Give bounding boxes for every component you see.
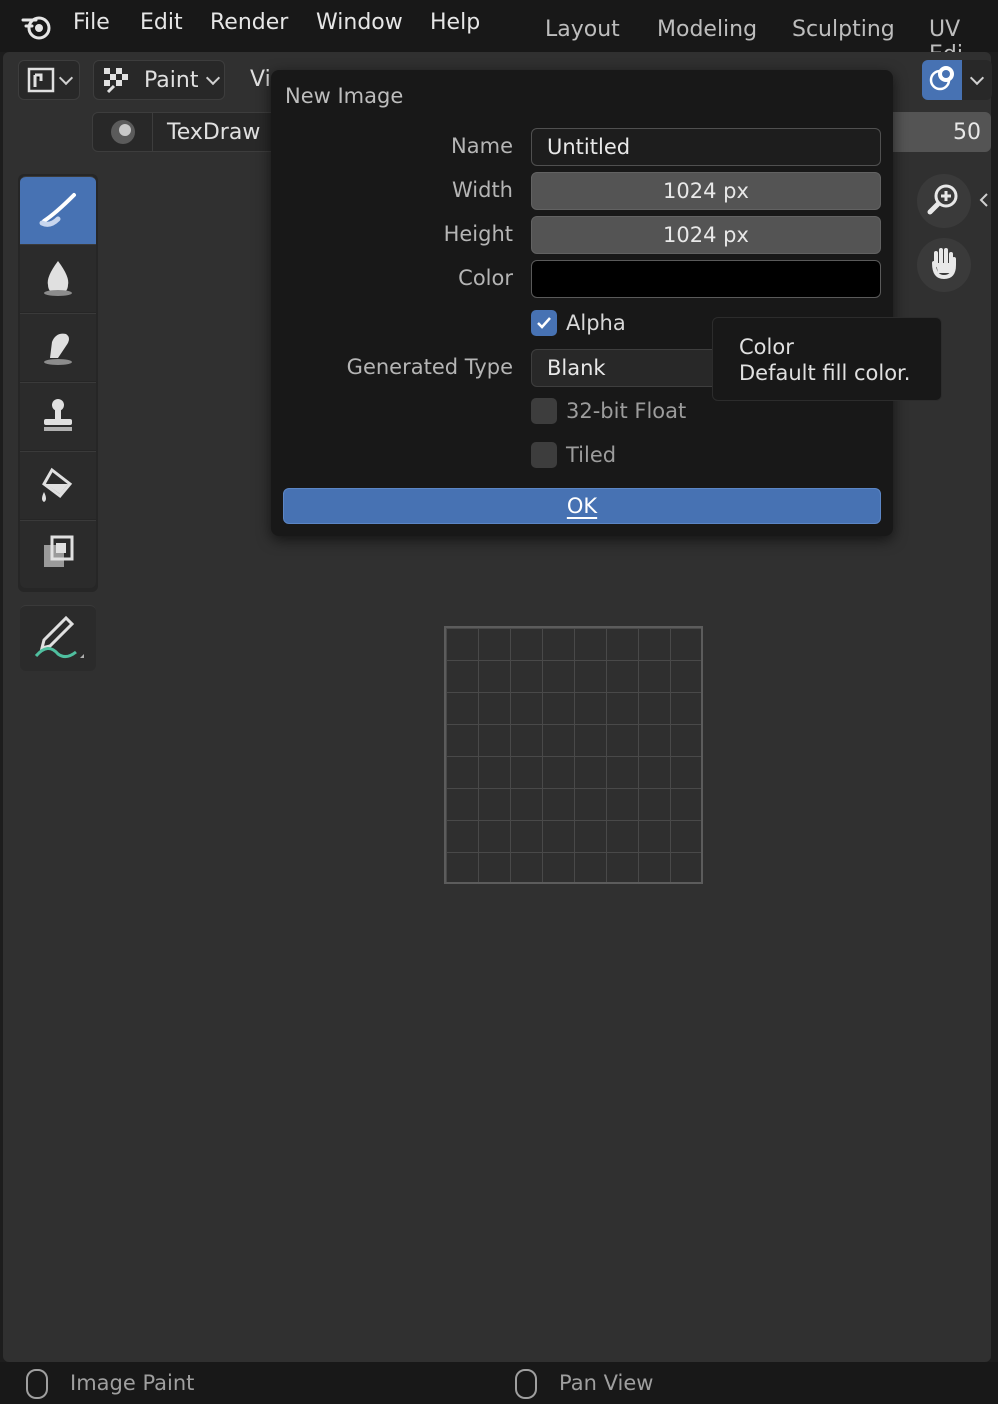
image-editor-icon: [27, 67, 55, 93]
alpha-checkbox[interactable]: [531, 310, 557, 336]
zoom-value: 50: [953, 119, 981, 145]
brush-icon: [36, 187, 80, 235]
height-value: 1024 px: [663, 223, 749, 247]
color-tooltip: Color Default fill color.: [712, 317, 942, 401]
width-field[interactable]: 1024 px: [531, 172, 881, 210]
status-bar: Image Paint Pan View: [0, 1362, 998, 1404]
height-label: Height: [443, 222, 513, 246]
drop-icon: [38, 255, 78, 303]
checker-icon: [102, 66, 132, 94]
status-left-text: Image Paint: [70, 1371, 195, 1395]
tool-mask[interactable]: [20, 520, 96, 588]
status-right-text: Pan View: [559, 1371, 654, 1395]
color-swatch[interactable]: [531, 260, 881, 298]
mask-icon: [38, 533, 78, 577]
alpha-checkbox-row[interactable]: Alpha: [531, 310, 626, 336]
tool-soften[interactable]: [20, 244, 96, 312]
alpha-label: Alpha: [566, 311, 626, 335]
height-field[interactable]: 1024 px: [531, 216, 881, 254]
menu-file[interactable]: File: [73, 10, 110, 35]
zoom-in-icon: [926, 181, 962, 221]
zoom-gizmo[interactable]: [917, 174, 971, 228]
float-checkbox-row[interactable]: 32-bit Float: [531, 398, 686, 424]
tool-annotate[interactable]: [20, 605, 96, 671]
brush-selector[interactable]: TexDraw: [92, 112, 282, 152]
new-image-dialog: New Image Name Untitled Width 1024 px He…: [271, 70, 893, 536]
tab-modeling[interactable]: Modeling: [657, 17, 757, 42]
image-canvas-grid[interactable]: [444, 626, 703, 884]
chevron-down-icon: [58, 70, 74, 85]
mouse-middle-icon: [515, 1369, 537, 1399]
overlay-toggle-button[interactable]: [922, 60, 962, 100]
tool-draw[interactable]: [20, 176, 96, 244]
overlay-icon: [926, 62, 958, 98]
paint-bucket-icon: [36, 462, 80, 510]
stamp-icon: [38, 393, 78, 441]
zoom-field[interactable]: 50: [893, 112, 991, 152]
ok-button[interactable]: OK: [283, 488, 881, 524]
width-label: Width: [451, 178, 513, 202]
view-menu[interactable]: Vi: [250, 67, 271, 92]
tiled-checkbox[interactable]: [531, 442, 557, 468]
editor-type-button[interactable]: [18, 60, 80, 100]
tooltip-title: Color: [739, 335, 794, 359]
dialog-title: New Image: [285, 84, 404, 108]
tool-fill[interactable]: [20, 451, 96, 519]
pan-gizmo[interactable]: [917, 238, 971, 292]
mouse-left-icon: [26, 1369, 48, 1399]
mode-dropdown[interactable]: Paint: [93, 60, 225, 100]
checkmark-icon: [537, 317, 551, 329]
name-field[interactable]: Untitled: [531, 128, 881, 166]
blender-logo-icon[interactable]: [20, 10, 54, 42]
top-menu-bar: File Edit Render Window Help Layout Mode…: [0, 0, 998, 67]
chevron-left-icon[interactable]: [978, 192, 990, 208]
tab-sculpting[interactable]: Sculpting: [792, 17, 895, 42]
smear-icon: [38, 324, 78, 372]
menu-help[interactable]: Help: [430, 10, 480, 35]
tab-layout[interactable]: Layout: [545, 17, 620, 42]
brush-preview-icon: [93, 113, 153, 151]
tooltip-description: Default fill color.: [739, 361, 911, 385]
ok-label: OK: [566, 494, 598, 518]
menu-edit[interactable]: Edit: [140, 10, 183, 35]
menu-render[interactable]: Render: [210, 10, 288, 35]
color-label: Color: [458, 266, 513, 290]
chevron-down-icon: [969, 70, 985, 85]
name-value: Untitled: [547, 135, 631, 159]
chevron-down-icon: [206, 70, 221, 85]
width-value: 1024 px: [663, 179, 749, 203]
float-checkbox[interactable]: [531, 398, 557, 424]
pencil-annotate-icon: [30, 612, 86, 666]
name-label: Name: [451, 134, 513, 158]
float-label: 32-bit Float: [566, 399, 687, 423]
tool-smear[interactable]: [20, 313, 96, 381]
generated-type-value: Blank: [547, 356, 606, 380]
tiled-label: Tiled: [566, 443, 617, 467]
hand-icon: [926, 245, 962, 285]
generated-type-label: Generated Type: [346, 355, 513, 379]
brush-name: TexDraw: [167, 119, 261, 145]
tool-clone[interactable]: [20, 382, 96, 450]
mode-label: Paint: [144, 67, 199, 93]
overlay-dropdown[interactable]: [962, 60, 992, 100]
tiled-checkbox-row[interactable]: Tiled: [531, 442, 616, 468]
menu-window[interactable]: Window: [316, 10, 403, 35]
